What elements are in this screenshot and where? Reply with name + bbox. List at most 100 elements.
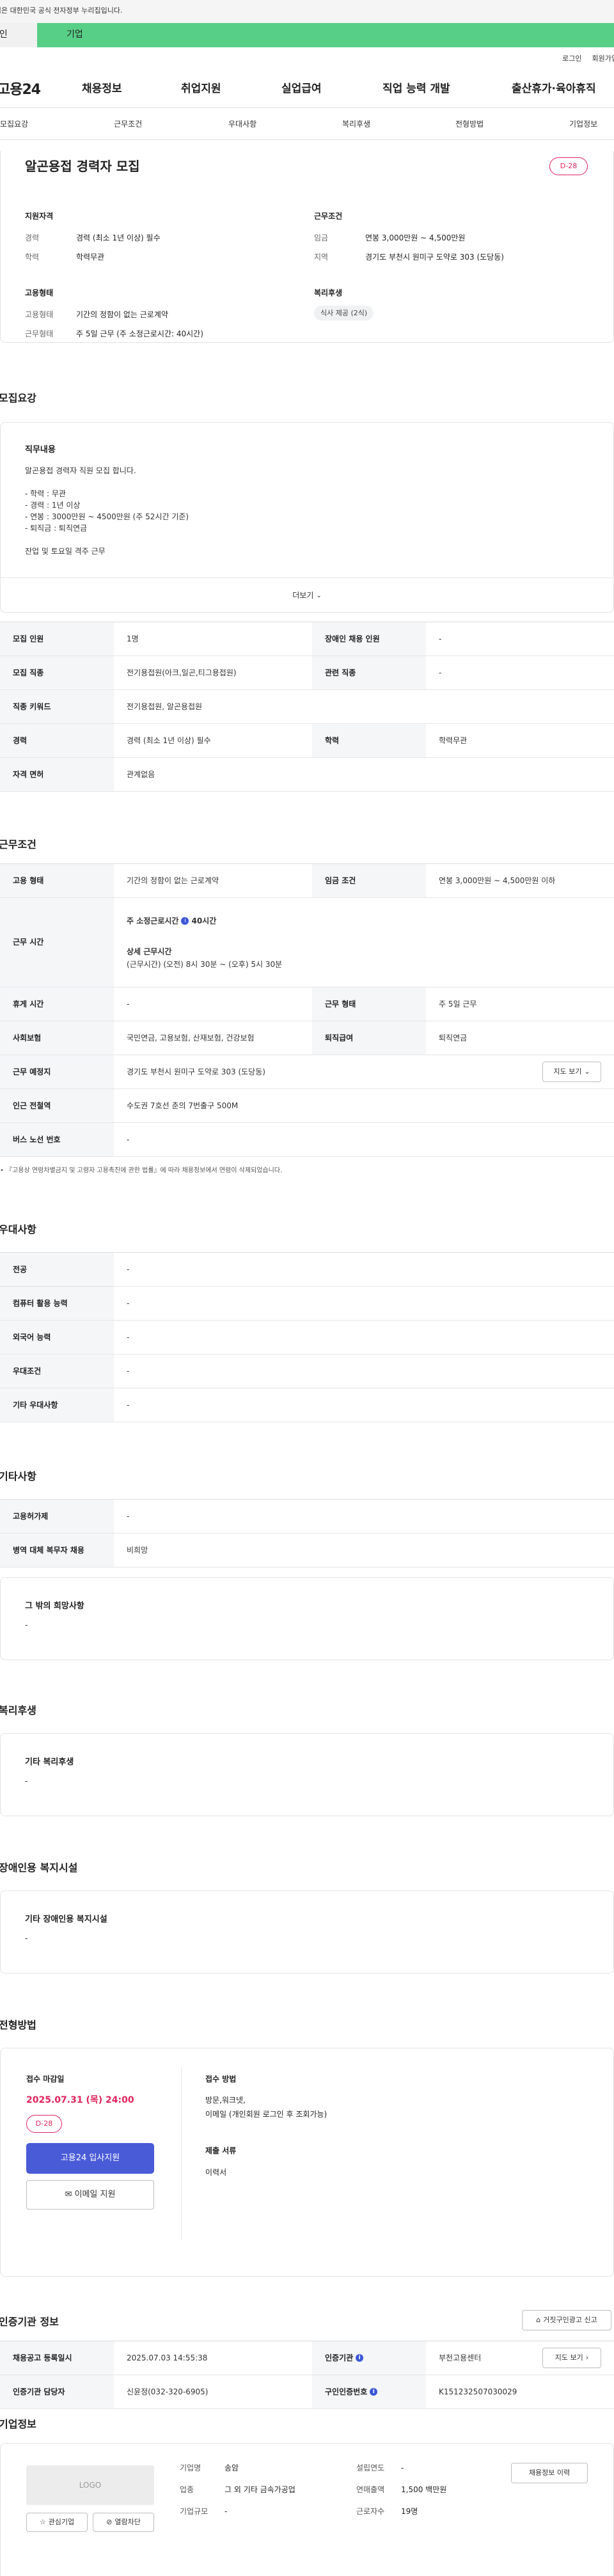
job-desc-heading: 직무내용 <box>25 445 56 455</box>
cell-header: 모집 인원 <box>0 622 114 656</box>
company-field-label: 연매출액 <box>356 2485 385 2494</box>
cell-value: 주 5일 근무 <box>439 999 477 1009</box>
table-row: 우대조건 - <box>0 1355 614 1388</box>
job-title: 알곤용접 경력자 모집 <box>25 159 140 174</box>
job-desc-line: - 퇴직금 : 퇴직연금 <box>25 524 88 533</box>
utility-links: 로그인 회원가입 <box>0 47 614 68</box>
company-field: 연매출액 1,500 백만원 <box>356 2483 491 2496</box>
map-button-label: 지도 보기 <box>555 2353 583 2362</box>
cell-header: 근무 형태 <box>312 987 426 1021</box>
map-button[interactable]: 지도 보기 ⌄ <box>542 1062 601 1082</box>
snav-pref[interactable]: 우대사항 <box>228 119 256 130</box>
cell-value: 비희망 <box>127 1545 148 1555</box>
table-row: 경력 경력 (최소 1년 이상) 필수 학력 학력무관 <box>0 724 614 758</box>
cell-value: 전기용접원(아크,일곤,티그용접원) <box>127 668 237 677</box>
welfare-card-heading: 기타 복리후생 <box>25 1757 74 1767</box>
snav-process[interactable]: 전형방법 <box>455 119 484 130</box>
table-row: 고용 형태 기간의 정함이 없는 근로계약 임금 조건 연봉 3,000만원 ~ 4,… <box>0 864 614 898</box>
fav-company-button[interactable]: ☆ 관심기업 <box>26 2513 88 2532</box>
company-field-label: 기업명 <box>180 2463 201 2472</box>
disab-card-heading: 기타 장애인용 복지시설 <box>25 1915 107 1924</box>
company-title: 기업정보 <box>0 2418 36 2430</box>
edu-value: 학력무관 <box>76 253 105 262</box>
snav-recruit[interactable]: 모집요강 <box>0 119 28 130</box>
cell-value: 연봉 3,000만원 ~ 4,500만원 이하 <box>439 876 556 885</box>
company-field-value: - <box>224 2507 228 2516</box>
email-apply-button[interactable]: ✉ 이메일 지원 <box>26 2180 154 2210</box>
snav-company[interactable]: 기업정보 <box>569 119 597 130</box>
company-field-value: 송암 <box>224 2463 239 2472</box>
table-row: 인증기관 담당자 신윤정(032-320-6905) 구인인증번호 i K1512325… <box>0 2375 614 2409</box>
more-label: 더보기 <box>292 591 314 601</box>
cell-value: 전기용접원, 알곤용접원 <box>127 702 203 711</box>
work-title: 근무조건 <box>0 838 36 851</box>
disab-card-value: - <box>25 1934 28 1943</box>
block-button[interactable]: ⊘ 열람차단 <box>93 2513 154 2532</box>
table-row: 채용공고 등록일시 2025.07.03 14:55:38 인증기관 i 부천고용센터 지… <box>0 2341 614 2375</box>
cell-value: 2025.07.03 14:55:38 <box>127 2353 208 2362</box>
table-row: 모집 직종 전기용접원(아크,일곤,티그용접원) 관련 직종 - <box>0 656 614 690</box>
disab-title: 장애인용 복지시설 <box>0 1862 78 1874</box>
summary-card: 알곤용접 경력자 모집 D-28 지원자격 경력 경력 (최소 1년 이상) 필수… <box>0 151 614 343</box>
gnb-benefit[interactable]: 실업급여 <box>281 82 322 97</box>
other-wish-card: 그 밖의 희망사항 - <box>0 1577 614 1660</box>
signup-link[interactable]: 회원가입 <box>592 54 614 68</box>
site-logo[interactable]: 고용24 <box>0 81 41 100</box>
apply-button-label: 고용24 입사지원 <box>60 2153 120 2163</box>
cell-value: - <box>127 1135 130 1144</box>
process-card: 접수 마감일 2025.07.31 (목) 24:00 D-28 고용24 입사… <box>0 2048 614 2277</box>
hours-value: 40시간 <box>191 916 217 925</box>
cell-header: 휴게 시간 <box>0 987 114 1021</box>
gnb-training[interactable]: 직업 능력 개발 <box>382 82 450 97</box>
apply-button[interactable]: 고용24 입사지원 <box>26 2143 154 2174</box>
info-icon[interactable]: i <box>356 2354 364 2362</box>
etc-table: 고용허가제 - 병역 대체 복무자 채용 비희망 <box>0 1499 614 1567</box>
cell-value: - <box>439 668 442 677</box>
table-row: 직종 키워드 전기용접원, 알곤용접원 <box>0 690 614 724</box>
gnb-leave[interactable]: 출산휴가·육아휴직 <box>512 82 596 97</box>
cert-map-button[interactable]: 지도 보기 › <box>542 2348 601 2368</box>
cell-header: 자격 면허 <box>0 758 114 791</box>
cell-value: - <box>439 634 442 643</box>
cell-value: 경력 (최소 1년 이상) 필수 <box>127 735 211 745</box>
cell-header: 사회보험 <box>0 1021 114 1055</box>
gnb-support[interactable]: 취업지원 <box>181 82 221 97</box>
company-field: 근로자수 19명 <box>356 2505 491 2518</box>
gov-banner: 이 누리집은 대한민국 공식 전자정부 누리집입니다. <box>0 0 614 23</box>
job-desc-card: 직무내용 알곤용접 경력자 직원 모집 합니다. - 학력 : 무관 - 경력 :… <box>0 422 614 613</box>
snav-work[interactable]: 근무조건 <box>114 119 142 130</box>
cell-header: 인증기관 <box>325 2353 354 2362</box>
pref-title: 우대사항 <box>0 1223 36 1236</box>
tab-personal[interactable]: 개인 <box>0 23 37 47</box>
cell-header: 우대조건 <box>0 1355 114 1388</box>
job-desc-line <box>25 534 189 546</box>
company-field-label: 근로자수 <box>356 2507 385 2516</box>
report-button-label: 거짓구인광고 신고 <box>543 2316 597 2325</box>
loc-label: 지역 <box>314 253 329 262</box>
table-row: 병역 대체 복무자 채용 비희망 <box>0 1534 614 1567</box>
report-button[interactable]: ⌂ 거짓구인광고 신고 <box>522 2310 611 2330</box>
process-title: 전형방법 <box>0 2019 36 2031</box>
cert-title: 인증기관 정보 <box>0 2316 59 2328</box>
edu-label: 학력 <box>25 253 40 262</box>
company-fields-right: 설립연도 - 연매출액 1,500 백만원 근로자수 19명 <box>356 2462 491 2527</box>
gnb-jobs[interactable]: 채용정보 <box>82 82 122 97</box>
tab-company[interactable]: 기업 <box>37 23 614 47</box>
more-button[interactable]: 더보기 ⌄ <box>1 577 613 613</box>
cell-header: 기타 우대사항 <box>0 1388 114 1422</box>
other-wish-heading: 그 밖의 희망사항 <box>25 1601 84 1611</box>
home-icon: ⌂ <box>536 2316 541 2325</box>
cell-value: - <box>127 1366 130 1376</box>
info-icon[interactable]: i <box>370 2388 378 2396</box>
user-type-tabs: 개인 기업 <box>0 23 614 47</box>
cell-header: 퇴직급여 <box>312 1021 426 1055</box>
table-row: 인근 전철역 수도권 7호선 춘의 7번출구 500M <box>0 1089 614 1123</box>
history-button[interactable]: 채용정보 이력 <box>511 2463 588 2483</box>
cell-value: 학력무관 <box>439 735 468 745</box>
company-field: 기업명 송암 <box>180 2462 340 2474</box>
info-icon[interactable]: i <box>181 917 189 925</box>
snav-welfare[interactable]: 복리후생 <box>342 119 370 130</box>
company-field-label: 업종 <box>180 2485 194 2494</box>
cell-value: - <box>127 1298 130 1308</box>
login-link[interactable]: 로그인 <box>562 54 581 68</box>
